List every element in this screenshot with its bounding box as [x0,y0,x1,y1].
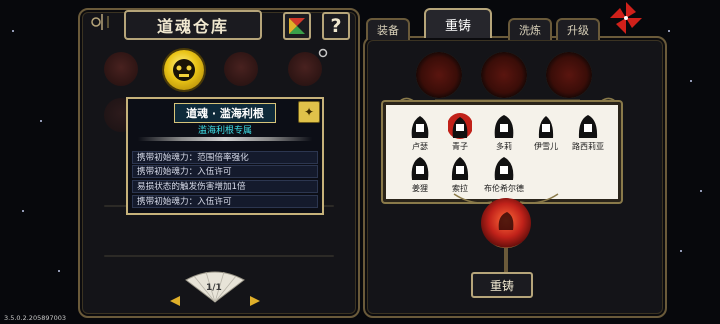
character-lu-xi-li-ya[interactable]: 路西莉亚 [568,110,608,154]
socket-stem [504,248,508,272]
tooltip-subtitle: 滥海利根专属 [197,126,252,136]
soul-face-icon [173,59,195,81]
soul-slot[interactable] [288,52,322,86]
tab-upgrade[interactable]: 升级 [556,18,600,40]
character-name: 多莉 [496,142,512,151]
tooltip-effect-line: 携带初始魂力：入伍许可 [132,195,318,208]
tooltip-effect-line: 易损状态的触发伤害增加1倍 [132,180,318,193]
pinwheel-icon [610,2,642,34]
character-bu-lun-xi-er-de[interactable]: 布伦希尔德 [484,152,524,196]
character-qing-zi[interactable]: 青子 [440,110,480,154]
empty-slot-row [104,255,334,257]
character-portrait-icon [578,115,598,138]
sort-filter-button[interactable] [283,12,311,40]
character-name: 路西莉亚 [572,142,604,151]
corner-ornament-icon [91,14,109,30]
tooltip-effect-line: 携带初始魂力：范围倍率强化 [132,151,318,164]
sort-filter-icon [289,18,305,34]
character-jiang-li[interactable]: 姜狸 [400,152,440,196]
character-name: 青子 [452,142,468,151]
character-yi-xue-er[interactable]: 伊雪儿 [526,110,566,154]
warehouse-title: 道魂仓库 [124,10,262,40]
character-portrait-icon [411,116,429,138]
tooltip-title: 道魂 · 滥海利根 [174,103,276,123]
tooltip-divider [138,137,312,141]
soul-slot[interactable] [104,52,138,86]
character-portrait-icon [451,157,469,180]
reforge-target-socket[interactable] [481,198,531,248]
character-duo-li[interactable]: 多莉 [484,110,524,154]
soul-tooltip: 道魂 · 滥海利根 ✦ 滥海利根专属 携带初始魂力：范围倍率强化 携带初始魂力：… [126,97,324,215]
version-label: 3.5.0.2.205897003 [4,314,67,322]
character-portrait-icon [538,116,554,138]
soul-slot[interactable] [224,52,258,86]
gear-small-icon [318,48,328,58]
character-portrait-icon [494,115,514,138]
character-lu-se[interactable]: 卢瑟 [400,110,440,154]
tooltip-effect-line: 携带初始魂力：入伍许可 [132,165,318,178]
next-page-icon[interactable] [250,296,260,306]
tab-refine[interactable]: 洗炼 [508,18,552,40]
character-portrait-selected-icon [448,113,472,139]
character-suo-la[interactable]: 索拉 [440,152,480,196]
character-portrait-icon [494,157,514,180]
tab-reforge[interactable]: 重铸 [424,8,492,38]
help-button[interactable]: ? [322,12,350,40]
reforge-button[interactable]: 重铸 [471,272,533,298]
soul-slot-selected[interactable] [164,50,204,90]
red-soul-icon [498,212,514,230]
character-name: 伊雪儿 [534,142,558,151]
soul-badge-icon: ✦ [298,101,320,123]
tab-equip[interactable]: 装备 [366,18,410,40]
prev-page-icon[interactable] [170,296,180,306]
page-indicator: 1/1 [206,283,222,293]
character-portrait-icon [411,157,429,180]
